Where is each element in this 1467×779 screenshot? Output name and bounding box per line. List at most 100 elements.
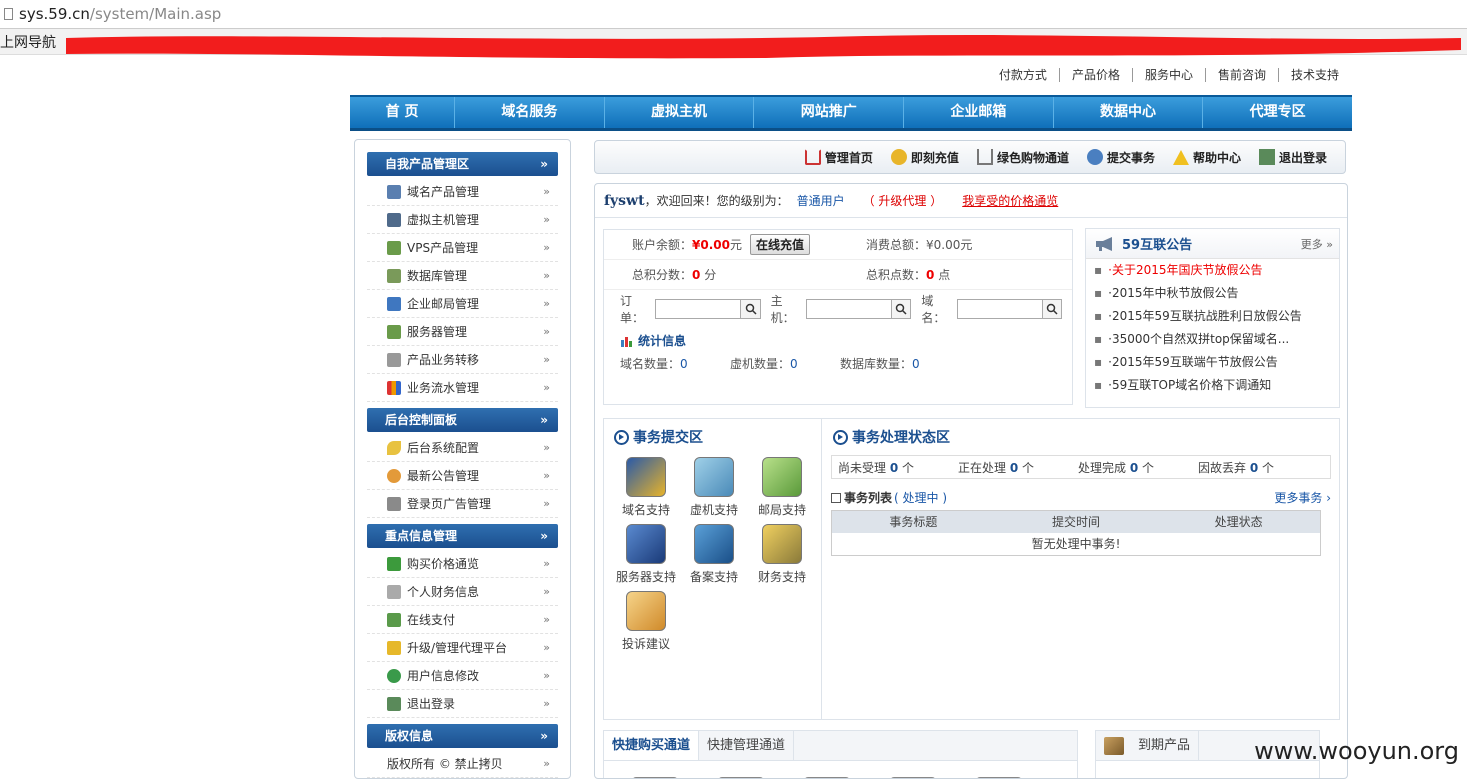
expire-title[interactable]: 到期产品 [1138, 730, 1200, 761]
arrow-right-icon: » [543, 469, 550, 482]
sidebar-item-notice[interactable]: 最新公告管理 » [367, 462, 558, 490]
sidebar-group-info: 重点信息管理 » 购买价格通览 » 个人财务信息 » 在线支付 » 升级/管理代理平台 »… [367, 524, 558, 718]
search-icon[interactable] [1042, 299, 1063, 319]
sidebar-item-vhost[interactable]: 虚拟主机管理 » [367, 206, 558, 234]
order-label: 订单： [620, 294, 645, 325]
support-domain[interactable]: 域名支持 [612, 457, 680, 518]
nav-promotion[interactable]: 网站推广 [753, 97, 903, 128]
price-overview-link[interactable]: 我享受的价格通览 [962, 192, 1058, 209]
nav-vhost[interactable]: 虚拟主机 [603, 97, 754, 128]
sidebar-item-server[interactable]: 服务器管理 » [367, 318, 558, 346]
logout-icon [387, 696, 401, 711]
redaction-scribble [66, 35, 1461, 59]
sidebar-item-userinfo[interactable]: 用户信息修改 » [367, 662, 558, 690]
box-icon [1104, 736, 1124, 755]
shield-icon [387, 640, 401, 655]
nav-agent[interactable]: 代理专区 [1202, 97, 1352, 128]
nav-home[interactable]: 首 页 [350, 97, 454, 128]
search-icon[interactable] [892, 299, 912, 319]
sidebar-item-domain[interactable]: 域名产品管理 » [367, 178, 558, 206]
order-input[interactable] [655, 299, 742, 319]
support-finance[interactable]: 财务支持 [748, 524, 816, 585]
megaphone-icon [1096, 236, 1112, 251]
toolbar-logout[interactable]: 退出登录 [1258, 149, 1327, 166]
sidebar-item-label: 域名产品管理 [407, 185, 480, 199]
host-input[interactable] [806, 299, 893, 319]
toolbar-home[interactable]: 管理首页 [804, 149, 873, 166]
sidebar-head[interactable]: 重点信息管理 » [367, 524, 558, 548]
welcome-text: ，欢迎回来！您的级别为： [644, 194, 789, 208]
arrow-right-icon: » [543, 441, 550, 454]
chevron-down-icon: » [540, 157, 548, 171]
sidebar-item-mail[interactable]: 企业邮局管理 » [367, 290, 558, 318]
sidebar-head[interactable]: 自我产品管理区 » [367, 152, 558, 176]
more-affairs-label: 更多事务 [1274, 491, 1323, 505]
arrow-right-icon: » [543, 213, 550, 226]
sidebar-item-vps[interactable]: VPS产品管理 » [367, 234, 558, 262]
toolbar-submit[interactable]: 提交事务 [1086, 149, 1155, 166]
more-affairs-link[interactable]: 更多事务 › [1274, 489, 1331, 506]
notice-more-link[interactable]: 更多 » [1301, 236, 1333, 252]
tab-quick-buy[interactable]: 快捷购买通道 [604, 731, 700, 760]
browser-address-bar[interactable]: sys.59.cn/system/Main.asp [0, 0, 1467, 29]
domain-count: 域名数量：0 [620, 355, 730, 372]
support-server[interactable]: 服务器支持 [612, 524, 680, 585]
cart-icon [976, 149, 993, 165]
top-link-support[interactable]: 技术支持 [1277, 68, 1351, 82]
affairs-submit-title-label: 事务提交区 [633, 430, 703, 446]
notice-item[interactable]: ▪ ·2015年中秋节放假公告 [1086, 282, 1339, 305]
sidebar-item-database[interactable]: 数据库管理 » [367, 262, 558, 290]
sidebar-head[interactable]: 版权信息 » [367, 724, 558, 748]
nav-domain[interactable]: 域名服务 [454, 97, 604, 128]
support-icp[interactable]: 备案支持 [680, 524, 748, 585]
sidebar-item-logout[interactable]: 退出登录 » [367, 690, 558, 718]
sidebar-item-agent[interactable]: 升级/管理代理平台 » [367, 634, 558, 662]
nav-datacenter[interactable]: 数据中心 [1052, 97, 1203, 128]
status-unit: 个 [1258, 460, 1275, 475]
search-icon[interactable] [741, 299, 761, 319]
sitemap-icon [387, 352, 401, 367]
top-link-price[interactable]: 产品价格 [1058, 68, 1132, 82]
upgrade-agent-link[interactable]: （ 升级代理 ） [863, 192, 943, 209]
sidebar-item-finance[interactable]: 个人财务信息 » [367, 578, 558, 606]
sidebar-item-flow[interactable]: 业务流水管理 » [367, 374, 558, 402]
nav-mail[interactable]: 企业邮箱 [903, 97, 1053, 128]
top-link-service[interactable]: 服务中心 [1131, 68, 1205, 82]
watermark: www.wooyun.org [1254, 737, 1459, 765]
toolbar-cart[interactable]: 绿色购物通道 [976, 149, 1069, 166]
recharge-button[interactable]: 在线充值 [750, 234, 811, 255]
sidebar-head[interactable]: 后台控制面板 » [367, 408, 558, 432]
affairs-list-sub: ( 处理中 ) [894, 491, 948, 505]
notice-item[interactable]: ▪ ·关于2015年国庆节放假公告 [1086, 259, 1339, 282]
tab-quick-manage[interactable]: 快捷管理通道 [699, 731, 795, 760]
mail-icon [387, 296, 401, 311]
welcome-bar: fyswt ，欢迎回来！您的级别为： 普通用户 （ 升级代理 ） 我享受的价格通… [595, 184, 1347, 218]
chevron-down-icon: » [540, 529, 548, 543]
sidebar-item-config[interactable]: 后台系统配置 » [367, 434, 558, 462]
bookmark-item[interactable]: 上网导航 [0, 32, 56, 52]
support-vhost[interactable]: 虚机支持 [680, 457, 748, 518]
affairs-table-header: 事务标题 提交时间 处理状态 [832, 511, 1320, 533]
spent-cell: 消费总额：¥0.00元 [838, 236, 1072, 253]
user-level[interactable]: 普通用户 [797, 192, 845, 209]
support-mail[interactable]: 邮局支持 [748, 457, 816, 518]
support-label: 服务器支持 [615, 570, 676, 584]
top-link-payment[interactable]: 付款方式 [987, 68, 1059, 82]
top-link-presales[interactable]: 售前咨询 [1204, 68, 1278, 82]
account-box: 账户余额：¥0.00元 在线充值 消费总额：¥0.00元 总积分数：0 分 总积点… [603, 229, 1073, 405]
sidebar-item-price[interactable]: 购买价格通览 » [367, 550, 558, 578]
sidebar-item-pay[interactable]: 在线支付 » [367, 606, 558, 634]
sidebar-item-login-ad[interactable]: 登录页广告管理 » [367, 490, 558, 518]
sidebar-head-label: 版权信息 [385, 729, 434, 743]
toolbar-label: 绿色购物通道 [996, 150, 1069, 165]
notice-item[interactable]: ▪ ·59互联TOP域名价格下调通知 [1086, 374, 1339, 397]
notice-item[interactable]: ▪ ·2015年59互联端午节放假公告 [1086, 351, 1339, 374]
toolbar-recharge[interactable]: 即刻充值 [890, 149, 959, 166]
toolbar-help[interactable]: 帮助中心 [1172, 149, 1241, 166]
domain-input[interactable] [956, 299, 1043, 319]
support-complaint[interactable]: 投诉建议 [612, 591, 680, 652]
notice-item[interactable]: ▪ ·2015年59互联抗战胜利日放假公告 [1086, 305, 1339, 328]
toolbar-label: 管理首页 [824, 150, 873, 165]
sidebar-item-transfer[interactable]: 产品业务转移 » [367, 346, 558, 374]
notice-item[interactable]: ▪ ·35000个自然双拼top保留域名... [1086, 328, 1339, 351]
